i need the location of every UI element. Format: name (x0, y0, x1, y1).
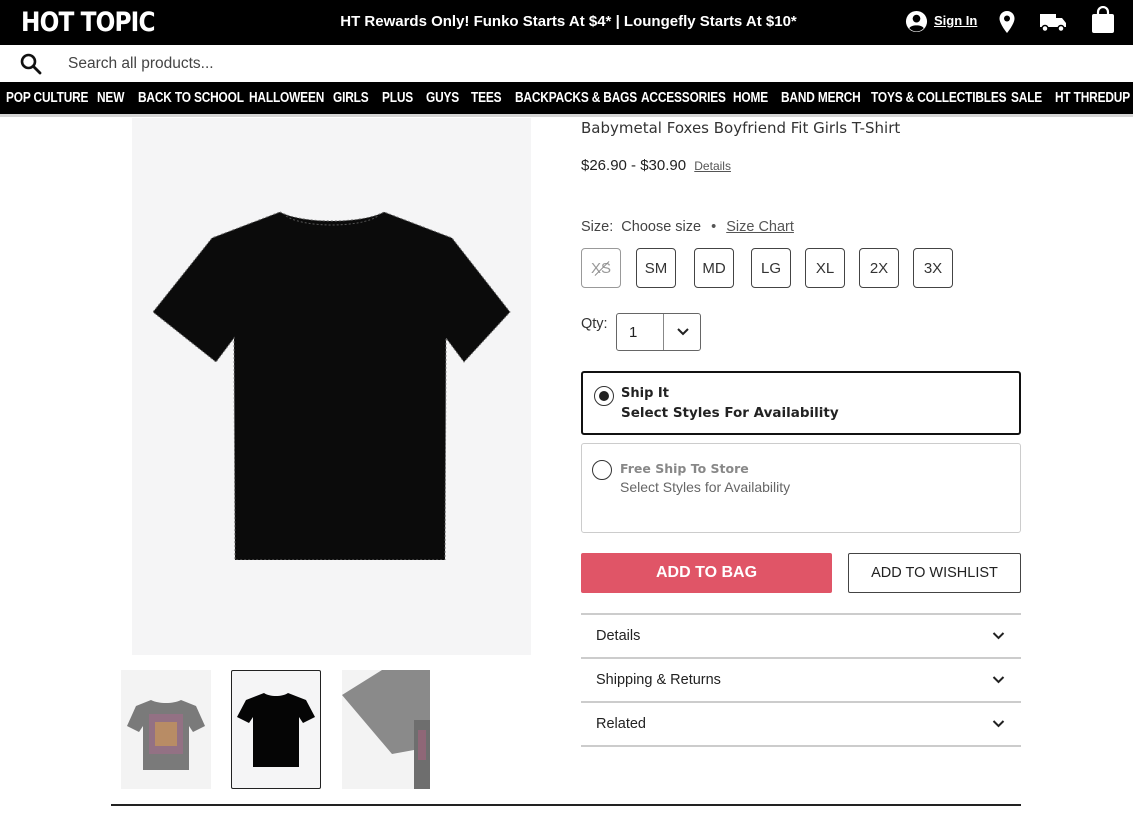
add-to-wishlist-button[interactable]: ADD TO WISHLIST (848, 553, 1021, 593)
ship-it-subtitle: Select Styles For Availability (621, 405, 839, 421)
nav-item-backpacks-bags[interactable]: BACKPACKS & BAGS (515, 90, 637, 106)
delivery-truck-icon[interactable] (1039, 11, 1067, 33)
nav-item-toys-collectibles[interactable]: TOYS & COLLECTIBLES (871, 90, 1007, 106)
quantity-select[interactable]: 1 (616, 313, 701, 351)
add-to-bag-button[interactable]: ADD TO BAG (581, 553, 832, 593)
nav-item-plus[interactable]: PLUS (382, 90, 413, 106)
size-lg-button[interactable]: LG (751, 248, 791, 288)
search-bar (0, 45, 1133, 82)
ship-to-store-option[interactable]: Free Ship To Store Select Styles for Ava… (581, 443, 1021, 533)
thumbnail-detail[interactable] (342, 670, 430, 789)
size-selector-header: Size: Choose size • Size Chart (581, 219, 794, 235)
nav-item-pop-culture[interactable]: POP CULTURE (6, 90, 88, 106)
chevron-down-icon (677, 328, 689, 336)
ship-to-store-radio[interactable] (592, 460, 612, 480)
nav-item-girls[interactable]: GIRLS (333, 90, 369, 106)
tshirt-back-thumb-image (237, 693, 315, 767)
size-md-button[interactable]: MD (694, 248, 734, 288)
price-range: $26.90 - $30.90 (581, 157, 687, 174)
nav-item-guys[interactable]: GUYS (426, 90, 459, 106)
tshirt-back-image (152, 211, 511, 560)
size-sm-button[interactable]: SM (636, 248, 676, 288)
accordion-details[interactable]: Details (581, 613, 1021, 657)
accordion-shipping-label: Shipping & Returns (596, 672, 721, 688)
size-label: Size: (581, 219, 614, 235)
nav-item-back-to-school[interactable]: BACK TO SCHOOL (138, 90, 244, 106)
qty-divider (663, 314, 664, 350)
size-xl-button[interactable]: XL (805, 248, 845, 288)
chevron-down-icon (992, 720, 1005, 728)
nav-item-home[interactable]: HOME (733, 90, 768, 106)
tshirt-front-thumb-image (127, 700, 205, 770)
nav-item-band-merch[interactable]: BAND MERCH (781, 90, 861, 106)
product-price: $26.90 - $30.90 Details (581, 157, 731, 174)
nav-item-new[interactable]: NEW (97, 90, 124, 106)
accordion-related[interactable]: Related (581, 701, 1021, 745)
ship-it-option[interactable]: Ship It Select Styles For Availability (581, 371, 1021, 435)
search-input[interactable] (60, 49, 960, 79)
divider (111, 804, 1021, 806)
qty-label: Qty: (581, 316, 608, 332)
accordion-details-label: Details (596, 628, 641, 644)
shopping-bag-icon[interactable] (1090, 6, 1116, 34)
sign-in-link[interactable]: Sign In (934, 13, 977, 28)
nav-item-accessories[interactable]: ACCESSORIES (641, 90, 726, 106)
size-xs-button[interactable]: XS (581, 248, 621, 288)
accordion-shipping-returns[interactable]: Shipping & Returns (581, 657, 1021, 701)
tshirt-detail-thumb-image (342, 670, 430, 789)
ship-to-store-title: Free Ship To Store (620, 461, 749, 476)
accordion-related-label: Related (596, 716, 646, 732)
ship-it-title: Ship It (621, 386, 669, 401)
top-bar: HOT TOPIC HT Rewards Only! Funko Starts … (0, 0, 1133, 45)
main-nav: POP CULTURE NEW BACK TO SCHOOL HALLOWEEN… (0, 82, 1133, 117)
product-main-image[interactable] (132, 118, 531, 655)
nav-item-sale[interactable]: SALE (1011, 90, 1042, 106)
nav-item-tees[interactable]: TEES (471, 90, 502, 106)
product-title: Babymetal Foxes Boyfriend Fit Girls T-Sh… (581, 119, 901, 137)
size-value: Choose size (621, 219, 702, 235)
chevron-down-icon (992, 676, 1005, 684)
nav-item-ht-thredup[interactable]: HT THREDUP (1055, 90, 1130, 106)
thumbnail-front[interactable] (121, 670, 211, 789)
chevron-down-icon (992, 632, 1005, 640)
ship-it-radio[interactable] (594, 386, 614, 406)
accordion-bottom-border (581, 745, 1021, 747)
size-chart-link[interactable]: Size Chart (726, 219, 794, 235)
price-details-link[interactable]: Details (694, 159, 731, 173)
location-pin-icon[interactable] (998, 10, 1016, 34)
search-icon[interactable] (20, 53, 42, 75)
size-3x-button[interactable]: 3X (913, 248, 953, 288)
ship-to-store-subtitle: Select Styles for Availability (620, 479, 791, 495)
account-icon[interactable] (905, 10, 928, 33)
qty-value: 1 (629, 324, 638, 341)
thumbnail-back[interactable] (231, 670, 321, 789)
size-separator: • (711, 219, 717, 235)
size-2x-button[interactable]: 2X (859, 248, 899, 288)
nav-item-halloween[interactable]: HALLOWEEN (249, 90, 324, 106)
